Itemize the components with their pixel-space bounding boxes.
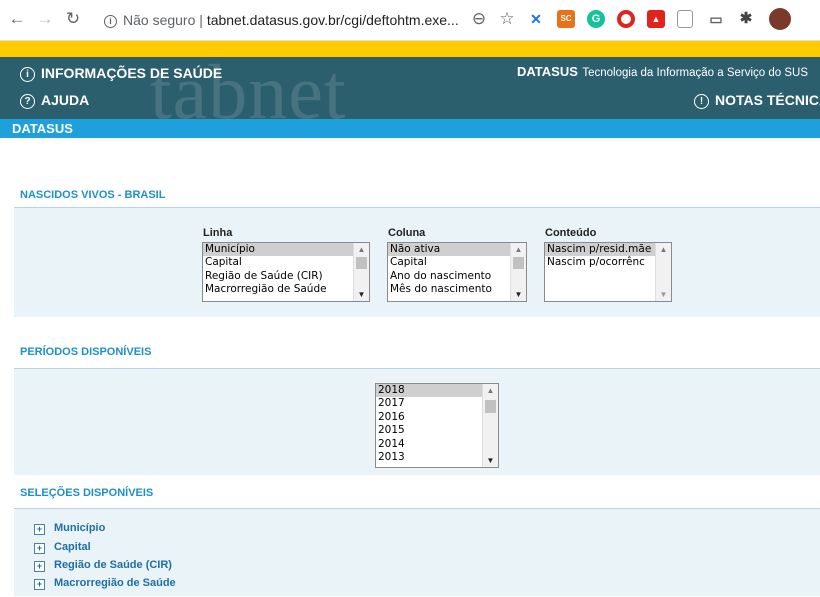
scroll-up-icon[interactable]: ▲	[656, 243, 671, 256]
technical-notes-menu[interactable]: ! NOTAS TÉCNICA	[694, 92, 820, 109]
linha-label: Linha	[203, 227, 233, 239]
browser-toolbar: ← → ↻ i Não seguro | tabnet.datasus.gov.b…	[0, 0, 820, 41]
list-item[interactable]: Mês do nascimento	[388, 283, 526, 296]
forward-arrow-icon[interactable]: →	[34, 8, 56, 30]
list-item[interactable]: Ano do nascimento	[388, 270, 526, 283]
coluna-listbox[interactable]: Não ativa Capital Ano do nascimento Mês …	[387, 242, 527, 302]
datasus-bar: DATASUS	[0, 119, 820, 138]
selections-heading: SELEÇÕES DISPONÍVEIS	[20, 487, 154, 499]
scroll-down-icon[interactable]: ▼	[354, 288, 369, 301]
grammarly-icon[interactable]: G	[587, 10, 605, 28]
bookmark-star-icon[interactable]: ☆	[496, 8, 518, 30]
scroll-up-icon[interactable]: ▲	[354, 243, 369, 256]
tree-item-municipio[interactable]: + Município	[34, 522, 105, 535]
conteudo-label: Conteúdo	[545, 227, 597, 239]
avatar[interactable]	[769, 8, 791, 30]
list-item[interactable]: Nascim p/ocorrênc	[545, 256, 671, 269]
list-item[interactable]: Capital	[203, 256, 369, 269]
scrollbar[interactable]: ▲ ▼	[353, 243, 369, 301]
help-menu[interactable]: ? AJUDA	[20, 92, 89, 109]
list-item[interactable]: Não ativa	[388, 243, 526, 257]
x-extension-icon[interactable]: ✕	[527, 10, 545, 28]
list-item[interactable]: 2015	[376, 424, 498, 437]
list-item[interactable]: 2018	[376, 384, 498, 398]
list-item[interactable]: 2017	[376, 397, 498, 410]
security-label: Não seguro	[123, 12, 196, 28]
list-item[interactable]: Nascim p/resid.mãe	[545, 243, 671, 257]
site-header: tabnet i INFORMAÇÕES DE SAÚDE ? AJUDA DATA…	[0, 57, 820, 119]
scroll-thumb[interactable]	[485, 400, 496, 413]
zoom-icon[interactable]: ⊖	[468, 8, 490, 30]
puzzle-icon[interactable]: ✱	[737, 10, 755, 28]
scrollbar[interactable]: ▲ ▼	[655, 243, 671, 301]
tree-item-regiao-saude[interactable]: + Região de Saúde (CIR)	[34, 559, 172, 572]
tree-item-macrorregiao[interactable]: + Macrorregião de Saúde	[34, 577, 176, 590]
info-menu[interactable]: i INFORMAÇÕES DE SAÚDE	[20, 65, 222, 82]
list-item[interactable]: Capital	[388, 256, 526, 269]
scrollbar[interactable]: ▲ ▼	[482, 384, 498, 467]
help-icon: ?	[20, 94, 35, 109]
yellow-strip	[0, 41, 820, 57]
scroll-up-icon[interactable]: ▲	[511, 243, 526, 256]
periods-listbox[interactable]: 2018 2017 2016 2015 2014 2013 ▲ ▼	[375, 383, 499, 468]
list-item[interactable]: 2013	[376, 451, 498, 464]
scroll-thumb[interactable]	[356, 257, 367, 269]
expand-plus-icon[interactable]: +	[34, 524, 45, 535]
scroll-thumb[interactable]	[513, 257, 524, 269]
list-item[interactable]: Região de Saúde (CIR)	[203, 270, 369, 283]
coluna-label: Coluna	[388, 227, 426, 239]
list-item[interactable]: 2014	[376, 438, 498, 451]
info-icon: i	[20, 67, 35, 82]
expand-plus-icon[interactable]: +	[34, 561, 45, 572]
url-text: tabnet.datasus.gov.br/cgi/deftohtm.exe..…	[206, 12, 459, 28]
scroll-up-icon[interactable]: ▲	[483, 384, 498, 397]
expand-plus-icon[interactable]: +	[34, 579, 45, 590]
expand-plus-icon[interactable]: +	[34, 543, 45, 554]
datasus-brand[interactable]: DATASUS Tecnologia da Informação a Servi…	[517, 63, 808, 81]
alert-icon: !	[694, 94, 709, 109]
opera-icon[interactable]	[617, 10, 635, 28]
scroll-down-icon[interactable]: ▼	[511, 288, 526, 301]
list-item[interactable]: Macrorregião de Saúde	[203, 283, 369, 296]
list-item[interactable]: Município	[203, 243, 369, 257]
back-arrow-icon[interactable]: ←	[6, 8, 28, 30]
info-icon[interactable]: i	[104, 15, 117, 28]
reload-icon[interactable]: ↻	[62, 8, 84, 30]
document-icon[interactable]	[677, 10, 693, 28]
sc-extension-icon[interactable]: SC	[557, 10, 575, 28]
office-icon[interactable]: ▲	[647, 10, 665, 28]
periods-heading: PERÍODOS DISPONÍVEIS	[20, 346, 152, 358]
conteudo-listbox[interactable]: Nascim p/resid.mãe Nascim p/ocorrênc ▲ ▼	[544, 242, 672, 302]
tree-item-capital[interactable]: + Capital	[34, 541, 91, 554]
scroll-down-icon[interactable]: ▼	[656, 288, 671, 301]
scroll-down-icon[interactable]: ▼	[483, 454, 498, 467]
scrollbar[interactable]: ▲ ▼	[510, 243, 526, 301]
cast-icon[interactable]: ▭	[707, 10, 725, 28]
list-item[interactable]: 2016	[376, 411, 498, 424]
linha-listbox[interactable]: Município Capital Região de Saúde (CIR) …	[202, 242, 370, 302]
page-title: NASCIDOS VIVOS - BRASIL	[20, 189, 166, 201]
